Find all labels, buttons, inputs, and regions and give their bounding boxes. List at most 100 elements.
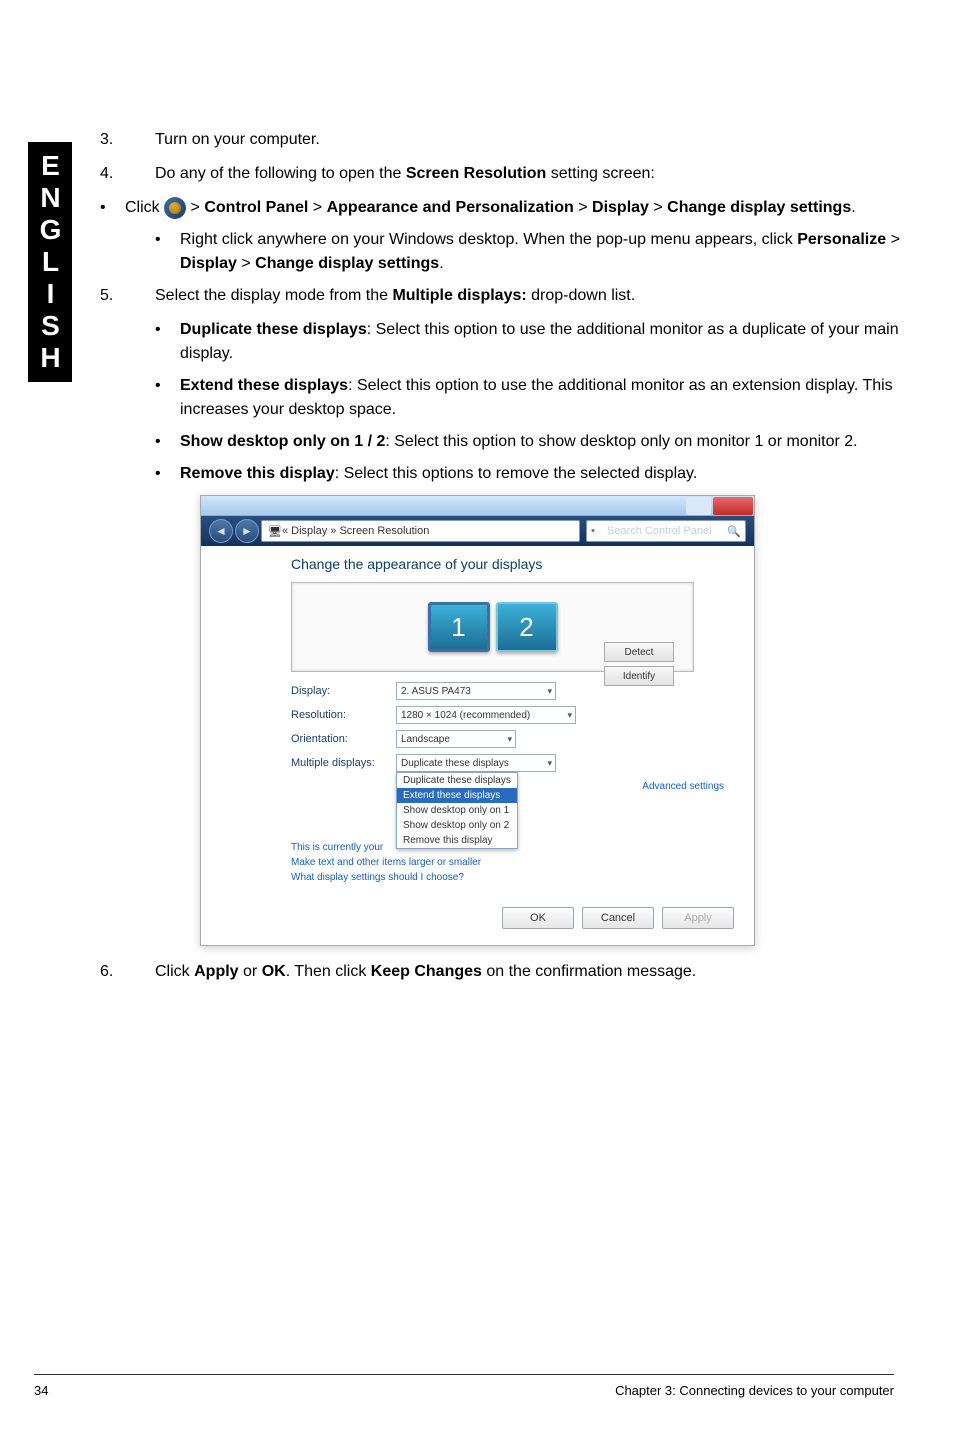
text: : Select this option to show desktop onl…: [385, 433, 857, 450]
text: Select the display mode from the: [155, 287, 392, 304]
apply-button[interactable]: Apply: [662, 907, 734, 929]
window-titlebar: [201, 496, 754, 516]
bold-term: Duplicate these displays: [180, 321, 367, 338]
identify-button[interactable]: Identify: [604, 666, 674, 686]
bullet-body: Extend these displays: Select this optio…: [180, 374, 900, 422]
screen-resolution-window: ◄ ► 🖥 « Display » Screen Resolution • Se…: [200, 495, 755, 946]
page-number: 34: [34, 1383, 48, 1398]
search-icon: 🔍: [727, 525, 741, 538]
step-num: 4.: [100, 162, 155, 186]
dropdown-item[interactable]: Show desktop only on 2: [397, 818, 517, 833]
resolution-select[interactable]: 1280 × 1024 (recommended)▾: [396, 706, 576, 724]
display-select[interactable]: 2. ASUS PA473 ▾: [396, 682, 556, 700]
bullet: •: [155, 228, 180, 276]
text: Click: [155, 963, 194, 980]
bullet-body: Duplicate these displays: Select this op…: [180, 318, 900, 366]
text: .: [439, 255, 443, 272]
select-value: Duplicate these displays: [401, 758, 509, 769]
text: >: [186, 199, 204, 216]
page-footer: 34 Chapter 3: Connecting devices to your…: [34, 1374, 894, 1398]
select-value: Landscape: [401, 734, 450, 745]
breadcrumb-icon: 🖥: [268, 525, 282, 538]
bullet: •: [155, 430, 180, 454]
bullet-body: Right click anywhere on your Windows des…: [180, 228, 900, 276]
chevron-down-icon: ▾: [567, 710, 572, 721]
bold-term: Display: [592, 199, 649, 216]
dialog-button-row: OK Cancel Apply: [201, 907, 734, 929]
orientation-select[interactable]: Landscape ▾: [396, 730, 516, 748]
bold-term: Appearance and Personalization: [327, 199, 574, 216]
bold-term: Screen Resolution: [406, 165, 546, 182]
chevron-down-icon: ▾: [547, 758, 552, 769]
text: Right click anywhere on your Windows des…: [180, 231, 797, 248]
window-close-icon[interactable]: [713, 497, 753, 515]
doc-content: 3. Turn on your computer. 4. Do any of t…: [100, 128, 900, 494]
bullet: •: [100, 196, 125, 220]
text: .: [851, 199, 855, 216]
chevron-down-icon: ▾: [507, 734, 512, 745]
bold-term: Apply: [194, 963, 238, 980]
language-tab: ENGLISH: [28, 142, 72, 382]
bold-term: Display: [180, 255, 237, 272]
search-placeholder: Search Control Panel: [607, 525, 712, 537]
monitor-2[interactable]: 2: [496, 602, 558, 652]
bold-term: Show desktop only on 1 / 2: [180, 433, 385, 450]
bullet: •: [155, 318, 180, 366]
bullet-body: Show desktop only on 1 / 2: Select this …: [180, 430, 900, 454]
window-heading: Change the appearance of your displays: [291, 556, 694, 572]
window-navbar: ◄ ► 🖥 « Display » Screen Resolution • Se…: [201, 516, 754, 546]
bold-term: OK: [262, 963, 286, 980]
label-display: Display:: [291, 685, 396, 697]
doc-content: 6. Click Apply or OK. Then click Keep Ch…: [100, 960, 900, 994]
text: Do any of the following to open the: [155, 165, 406, 182]
bold-term: Remove this display: [180, 465, 335, 482]
link-text[interactable]: Make text and other items larger or smal…: [291, 857, 694, 868]
link-text[interactable]: What display settings should I choose?: [291, 872, 694, 883]
dropdown-item[interactable]: Extend these displays: [397, 788, 517, 803]
advanced-settings-link[interactable]: Advanced settings: [642, 781, 724, 792]
bold-term: Keep Changes: [371, 963, 482, 980]
detect-button[interactable]: Detect: [604, 642, 674, 662]
search-input[interactable]: • Search Control Panel 🔍: [586, 520, 746, 542]
text: on the confirmation message.: [482, 963, 696, 980]
text: Click: [125, 199, 164, 216]
label-orientation: Orientation:: [291, 733, 396, 745]
chevron-down-icon: ▾: [547, 686, 552, 697]
bullet: •: [155, 374, 180, 422]
window-dropdown-icon[interactable]: [686, 497, 711, 515]
step-text: Select the display mode from the Multipl…: [155, 284, 900, 308]
dropdown-item[interactable]: Show desktop only on 1: [397, 803, 517, 818]
step-text: Turn on your computer.: [155, 128, 900, 152]
bold-term: Change display settings: [255, 255, 439, 272]
text: : Select this options to remove the sele…: [335, 465, 698, 482]
breadcrumb[interactable]: 🖥 « Display » Screen Resolution: [261, 520, 580, 542]
chapter-title: Chapter 3: Connecting devices to your co…: [615, 1383, 894, 1398]
multiple-displays-select[interactable]: Duplicate these displays ▾: [396, 754, 556, 772]
label-multiple-displays: Multiple displays:: [291, 757, 396, 769]
text: drop-down list.: [527, 287, 636, 304]
bold-term: Control Panel: [204, 199, 308, 216]
text: . Then click: [286, 963, 371, 980]
start-icon: [164, 197, 186, 219]
dropdown-item[interactable]: Remove this display: [397, 833, 517, 848]
step-text: Do any of the following to open the Scre…: [155, 162, 900, 186]
text: setting screen:: [546, 165, 655, 182]
step-num: 6.: [100, 960, 155, 984]
cancel-button[interactable]: Cancel: [582, 907, 654, 929]
bullet-body: Remove this display: Select this options…: [180, 462, 900, 486]
step-num: 5.: [100, 284, 155, 308]
step-text: Click Apply or OK. Then click Keep Chang…: [155, 960, 900, 984]
select-value: 2. ASUS PA473: [401, 686, 471, 697]
monitor-1[interactable]: 1: [428, 602, 490, 652]
nav-back-button[interactable]: ◄: [209, 519, 233, 543]
dropdown-item[interactable]: Duplicate these displays: [397, 773, 517, 788]
nav-forward-button[interactable]: ►: [235, 519, 259, 543]
step-num: 3.: [100, 128, 155, 152]
text: This is currently your: [291, 842, 383, 853]
ok-button[interactable]: OK: [502, 907, 574, 929]
bullet: •: [155, 462, 180, 486]
bullet-body: Click > Control Panel > Appearance and P…: [125, 196, 900, 220]
breadcrumb-text: « Display » Screen Resolution: [282, 525, 429, 537]
bold-term: Multiple displays:: [392, 287, 526, 304]
multiple-displays-dropdown: Duplicate these displays Extend these di…: [396, 772, 518, 849]
